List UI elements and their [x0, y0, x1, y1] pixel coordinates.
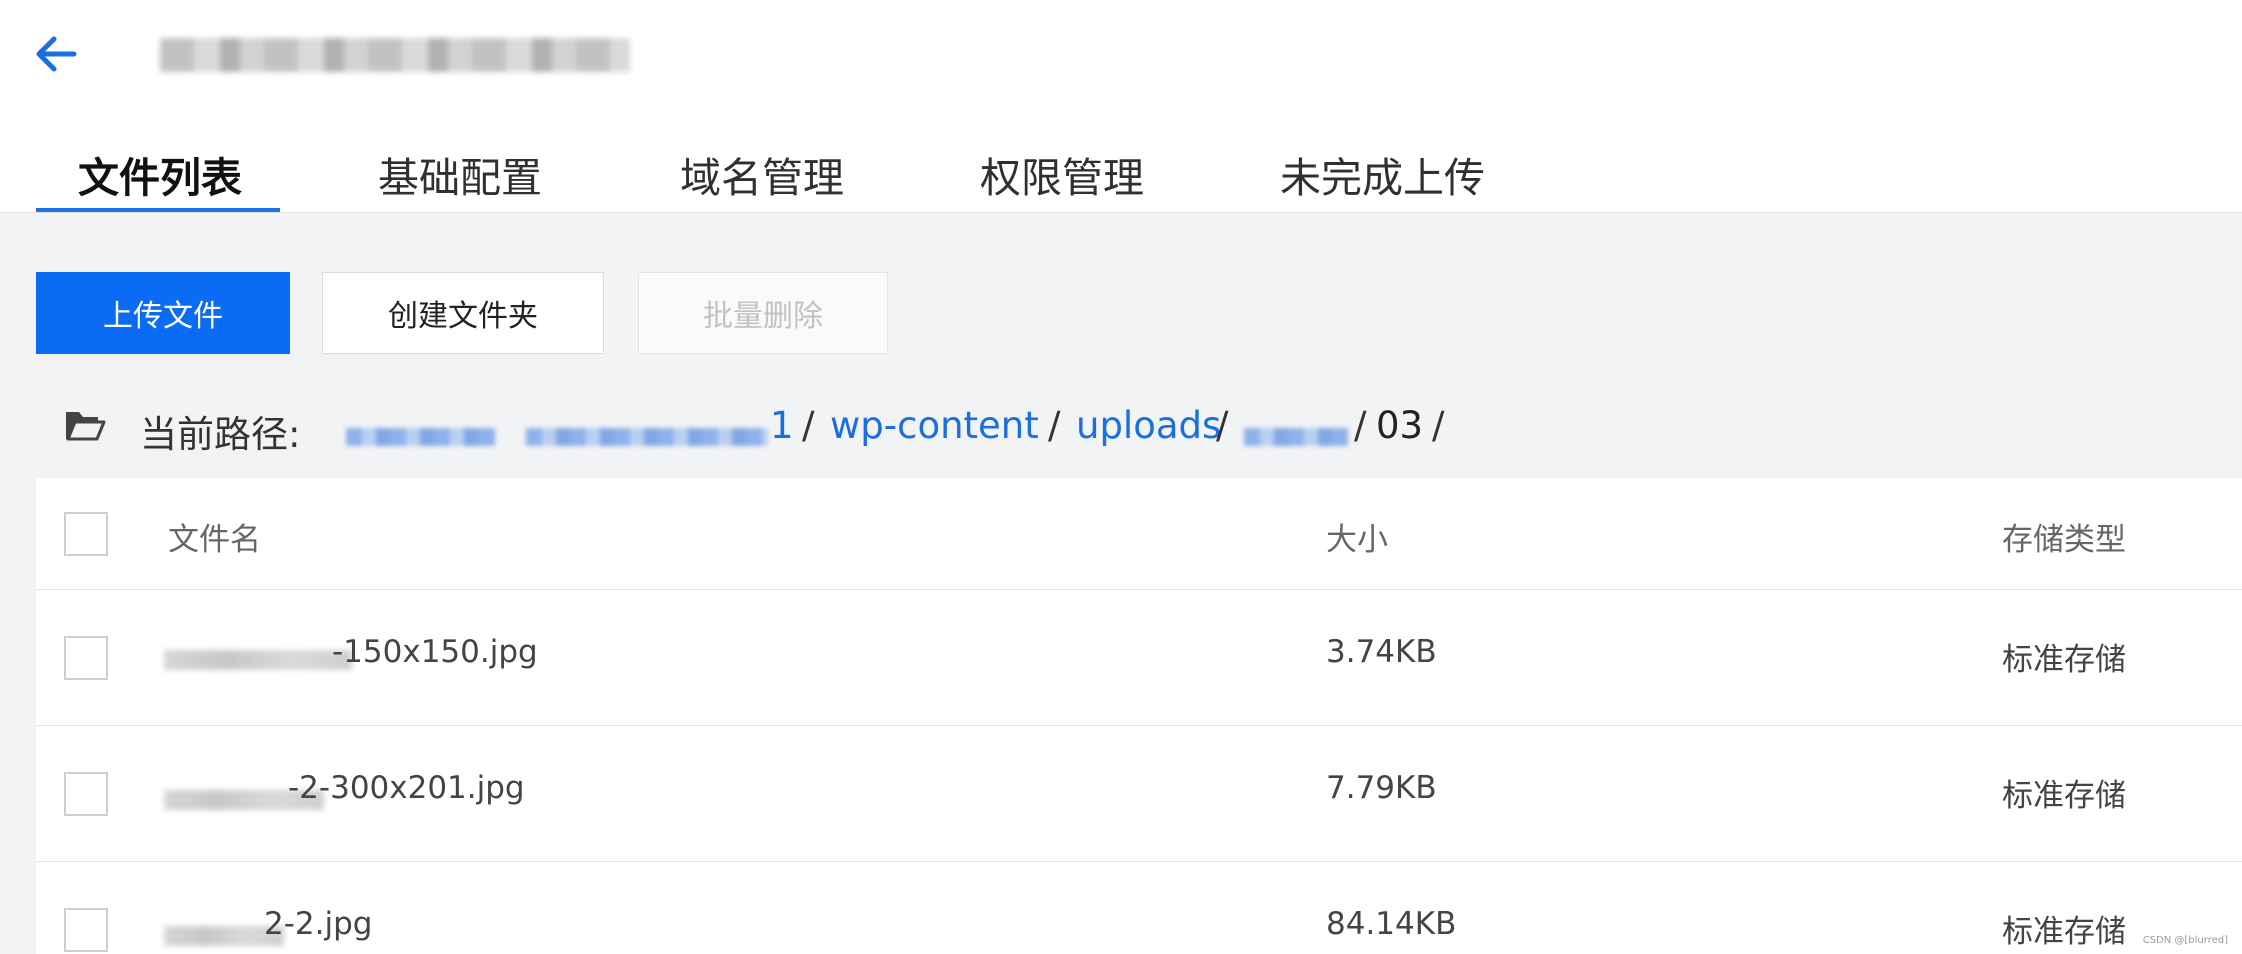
path-segment-current: 03: [1376, 404, 1424, 447]
tab-permission-management[interactable]: 权限管理: [980, 144, 1144, 204]
row-checkbox[interactable]: [64, 772, 108, 816]
row-checkbox[interactable]: [64, 908, 108, 952]
table-row[interactable]: 2-2.jpg 84.14KB 标准存储: [36, 862, 2242, 954]
path-separator: /: [802, 404, 815, 447]
path-separator: /: [1048, 404, 1061, 447]
tab-bar: 文件列表 基础配置 域名管理 权限管理 未完成上传: [0, 130, 2242, 212]
file-size: 84.14KB: [1326, 906, 1457, 942]
path-segment-bucket[interactable]: 1: [770, 404, 794, 447]
storage-type: 标准存储: [2002, 642, 2126, 678]
tab-incomplete-uploads[interactable]: 未完成上传: [1280, 144, 1485, 204]
path-separator: /: [1432, 404, 1445, 447]
tab-basic-config[interactable]: 基础配置: [378, 144, 542, 204]
file-name-redacted: [164, 650, 352, 670]
file-name[interactable]: -2-300x201.jpg: [288, 770, 525, 806]
path-bucket-redacted-1: [346, 428, 496, 446]
storage-type: 标准存储: [2002, 778, 2126, 814]
file-size: 7.79KB: [1326, 770, 1437, 806]
path-separator: /: [1216, 404, 1229, 447]
column-header-name[interactable]: 文件名: [168, 514, 261, 559]
row-checkbox[interactable]: [64, 636, 108, 680]
file-table: 文件名 大小 存储类型 -150x150.jpg 3.74KB 标准存储 -2-…: [36, 478, 2242, 954]
file-size: 3.74KB: [1326, 634, 1437, 670]
table-row[interactable]: -2-300x201.jpg 7.79KB 标准存储: [36, 726, 2242, 862]
back-arrow-icon[interactable]: [34, 34, 78, 74]
upload-file-button[interactable]: 上传文件: [36, 272, 290, 354]
tab-file-list[interactable]: 文件列表: [78, 144, 242, 204]
tab-domain-management[interactable]: 域名管理: [680, 144, 844, 204]
storage-type: 标准存储: [2002, 914, 2126, 950]
table-header-row: 文件名 大小 存储类型: [36, 478, 2242, 590]
watermark: CSDN @[blurred]: [2142, 935, 2228, 946]
path-segment-wp-content[interactable]: wp-content: [830, 404, 1039, 447]
batch-delete-button: 批量删除: [638, 272, 888, 354]
breadcrumb: 当前路径: 1 / wp-content / uploads / / 03 /: [64, 398, 2164, 456]
active-tab-indicator: [36, 208, 280, 212]
column-header-size[interactable]: 大小: [1326, 514, 1388, 559]
select-all-checkbox[interactable]: [64, 512, 108, 556]
path-segment-uploads[interactable]: uploads: [1076, 404, 1221, 447]
create-folder-button[interactable]: 创建文件夹: [322, 272, 604, 354]
path-bucket-redacted-2: [526, 428, 768, 446]
top-header: 文件列表 基础配置 域名管理 权限管理 未完成上传: [0, 0, 2242, 213]
path-segment-year-redacted[interactable]: [1244, 428, 1348, 446]
current-path-label: 当前路径:: [140, 413, 301, 456]
bucket-title-redacted: [160, 38, 630, 72]
file-name[interactable]: 2-2.jpg: [264, 906, 372, 942]
table-row[interactable]: -150x150.jpg 3.74KB 标准存储: [36, 590, 2242, 726]
column-header-storage-type: 存储类型: [2002, 522, 2126, 558]
folder-icon: [66, 412, 106, 441]
file-name[interactable]: -150x150.jpg: [332, 634, 538, 670]
path-separator: /: [1354, 404, 1367, 447]
